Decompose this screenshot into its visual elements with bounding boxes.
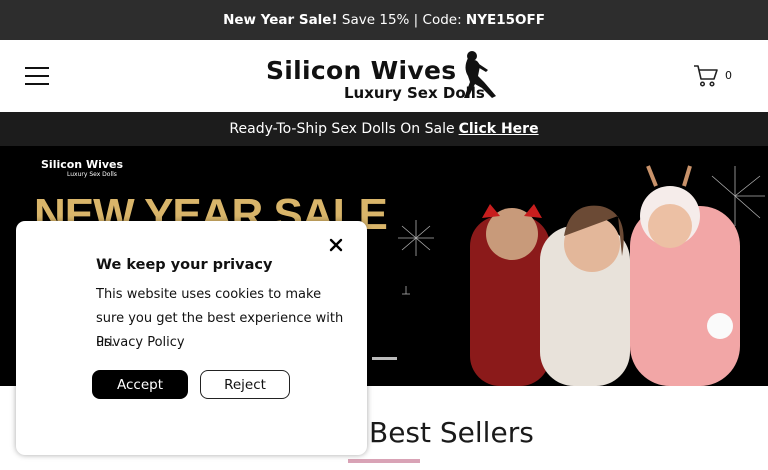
cart-icon[interactable]	[693, 64, 719, 88]
cart-count: 0	[725, 69, 732, 82]
ship-bar-text: Ready-To-Ship Sex Dolls On Sale	[229, 121, 455, 137]
announcement-save: Save 15%	[341, 12, 410, 28]
announcement-sale: New Year Sale!	[223, 12, 338, 28]
announcement-code: NYE15OFF	[465, 12, 545, 28]
reject-button[interactable]: Reject	[200, 370, 290, 399]
accept-button[interactable]: Accept	[92, 370, 188, 399]
cookie-title: We keep your privacy	[96, 257, 273, 273]
hamburger-icon[interactable]	[25, 67, 49, 86]
announcement-separator: |	[413, 12, 419, 28]
best-sellers-heading: Best Sellers	[369, 416, 534, 449]
carousel-indicator[interactable]	[372, 357, 397, 360]
site-logo[interactable]: Silicon Wives Luxury Sex Dolls	[266, 48, 498, 106]
site-header: Silicon Wives Luxury Sex Dolls 0	[0, 40, 768, 112]
logo-title: Silicon Wives	[266, 56, 457, 85]
click-here-link[interactable]: Click Here	[459, 121, 539, 137]
cookie-consent-dialog: We keep your privacy This website uses c…	[16, 221, 367, 455]
ready-to-ship-bar: Ready-To-Ship Sex Dolls On Sale Click He…	[0, 112, 768, 146]
announcement-code-label: Code:	[422, 12, 462, 28]
best-sellers-underline	[348, 459, 420, 463]
close-icon[interactable]	[328, 237, 344, 253]
logo-figure-icon	[464, 51, 496, 98]
announcement-bar: New Year Sale! Save 15% | Code: NYE15OFF	[0, 0, 768, 40]
privacy-policy-link[interactable]: Privacy Policy	[96, 331, 185, 355]
